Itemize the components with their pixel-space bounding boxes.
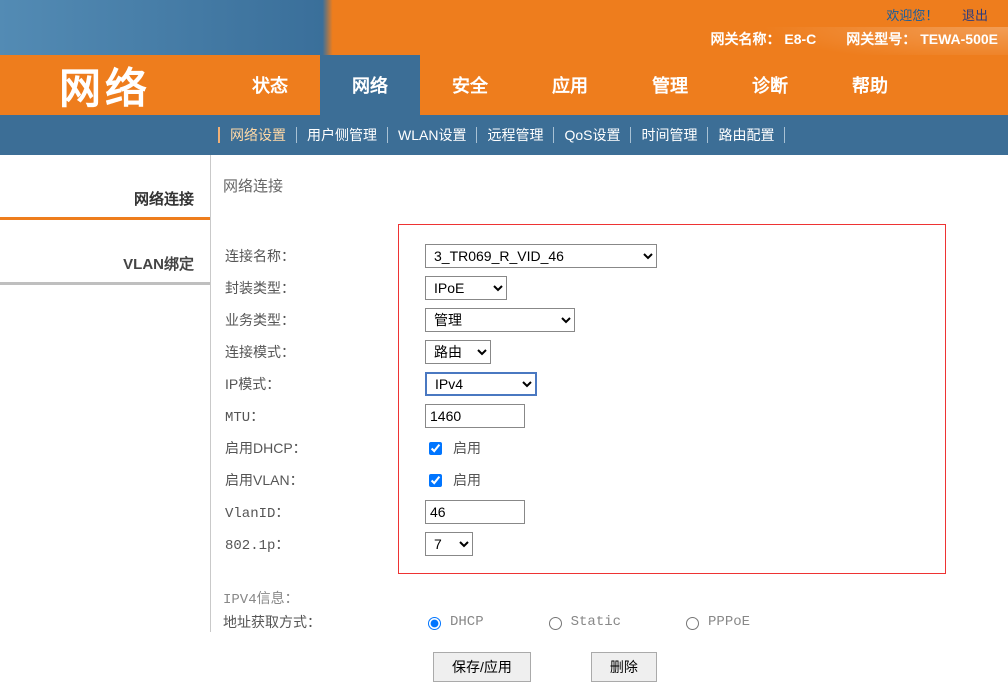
- vlan-id-label: VlanID：: [225, 502, 425, 522]
- dhcp-label: 启用DHCP：: [225, 438, 425, 458]
- service-select[interactable]: 管理: [425, 308, 575, 332]
- tab-网络[interactable]: 网络: [320, 55, 420, 115]
- subnav-路由配置[interactable]: 路由配置: [707, 127, 785, 143]
- ip-mode-select[interactable]: IPv4: [425, 372, 537, 396]
- vlan-enable-text: 启用: [453, 470, 481, 490]
- conn-mode-label: 连接模式：: [225, 342, 425, 362]
- dhcp-checkbox-text: 启用: [453, 438, 481, 458]
- addr-mode-radio-static[interactable]: [549, 617, 562, 630]
- subnav-网络设置[interactable]: 网络设置: [218, 127, 296, 143]
- logout-link[interactable]: 退出: [962, 8, 988, 23]
- ipv4-heading: IPV4信息：: [223, 588, 996, 608]
- delete-button[interactable]: 删除: [591, 652, 657, 682]
- subnav-WLAN设置[interactable]: WLAN设置: [387, 127, 476, 143]
- tab-状态[interactable]: 状态: [220, 55, 320, 115]
- conn-name-label: 连接名称：: [225, 246, 425, 266]
- tab-管理[interactable]: 管理: [620, 55, 720, 115]
- subnav-用户侧管理[interactable]: 用户侧管理: [296, 127, 387, 143]
- tab-诊断[interactable]: 诊断: [720, 55, 820, 115]
- tab-帮助[interactable]: 帮助: [820, 55, 920, 115]
- sidebar-item-网络连接[interactable]: 网络连接: [0, 180, 210, 220]
- network-form-box: 连接名称： 3_TR069_R_VID_46 封装类型： IPoE: [398, 224, 946, 574]
- tab-安全[interactable]: 安全: [420, 55, 520, 115]
- encap-label: 封装类型：: [225, 278, 425, 298]
- dhcp-checkbox[interactable]: [429, 442, 442, 455]
- subnav-时间管理[interactable]: 时间管理: [630, 127, 707, 143]
- addr-mode-pppoe[interactable]: PPPoE: [681, 614, 750, 630]
- page-title: 网络: [0, 55, 210, 115]
- vlan-id-input[interactable]: [425, 500, 525, 524]
- encap-select[interactable]: IPoE: [425, 276, 507, 300]
- welcome-link[interactable]: 欢迎您！: [886, 8, 938, 23]
- addr-mode-static[interactable]: Static: [544, 614, 621, 630]
- ip-mode-label: IP模式：: [225, 374, 425, 394]
- top-banner: 欢迎您！ 退出 网关名称： E8-C 网关型号： TEWA-500E: [0, 0, 1008, 55]
- addr-mode-dhcp[interactable]: DHCP: [423, 614, 484, 630]
- vlan-enable-checkbox[interactable]: [429, 474, 442, 487]
- gw-model-value: TEWA-500E: [920, 31, 998, 47]
- vlan-enable-label: 启用VLAN：: [225, 470, 425, 490]
- save-button[interactable]: 保存/应用: [433, 652, 531, 682]
- sidebar-item-VLAN绑定[interactable]: VLAN绑定: [0, 245, 210, 285]
- addr-mode-label: 地址获取方式：: [223, 612, 423, 632]
- addr-mode-radio-pppoe[interactable]: [686, 617, 699, 630]
- gw-name-value: E8-C: [784, 31, 816, 47]
- conn-mode-select[interactable]: 路由: [425, 340, 491, 364]
- dot1p-label: 802.1p：: [225, 534, 425, 554]
- section-title: 网络连接: [223, 175, 996, 196]
- subnav-QoS设置[interactable]: QoS设置: [553, 127, 630, 143]
- addr-mode-radio-dhcp[interactable]: [428, 617, 441, 630]
- subnav-远程管理[interactable]: 远程管理: [476, 127, 553, 143]
- gw-model-label: 网关型号：: [846, 31, 916, 47]
- gw-name-label: 网关名称：: [711, 31, 781, 47]
- tab-应用[interactable]: 应用: [520, 55, 620, 115]
- dot1p-select[interactable]: 7: [425, 532, 473, 556]
- service-label: 业务类型：: [225, 310, 425, 330]
- mtu-label: MTU：: [225, 406, 425, 426]
- mtu-input[interactable]: [425, 404, 525, 428]
- conn-name-select[interactable]: 3_TR069_R_VID_46: [425, 244, 657, 268]
